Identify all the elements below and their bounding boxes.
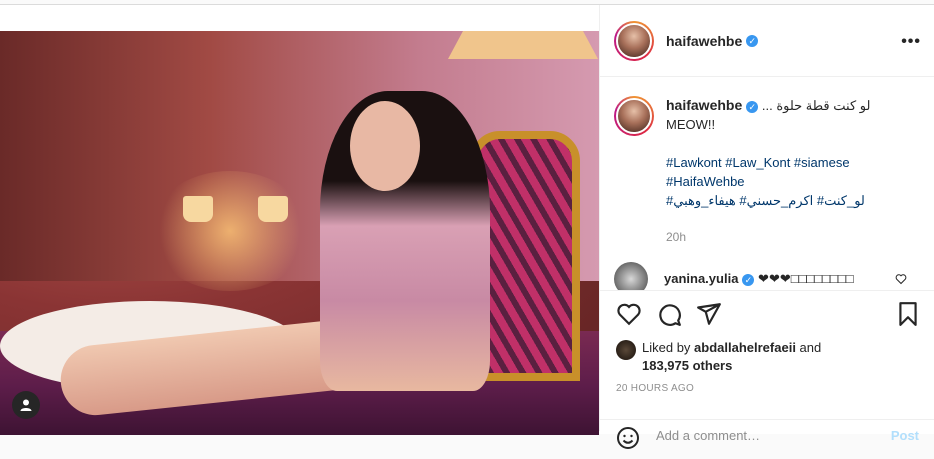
comment-text: yanina.yulia ✓ ❤❤❤□□□□□□□□ xyxy=(664,271,854,287)
comment-bubble-icon[interactable] xyxy=(656,301,682,327)
save-bookmark-icon[interactable] xyxy=(895,301,921,327)
action-icons xyxy=(616,301,921,331)
verified-badge-icon: ✓ xyxy=(746,100,759,113)
caption-time[interactable]: 20h xyxy=(666,228,896,247)
verified-badge-icon: ✓ xyxy=(742,273,755,286)
verified-badge-icon: ✓ xyxy=(746,34,759,47)
caption-hashtags-2[interactable]: #HaifaWehbe xyxy=(666,172,896,191)
add-comment-bar: Add a comment… Post xyxy=(600,419,934,459)
header-username[interactable]: haifawehbe xyxy=(666,33,742,49)
post-header: haifawehbe ✓ ••• xyxy=(600,5,934,77)
caption-hashtags-1[interactable]: #Lawkont #Law_Kont #siamese xyxy=(666,153,896,172)
liker-avatar[interactable] xyxy=(616,340,636,360)
comment-body: ❤❤❤□□□□□□□□ xyxy=(758,271,854,286)
more-options-icon[interactable]: ••• xyxy=(901,33,921,51)
comment-input[interactable]: Add a comment… xyxy=(656,428,760,443)
post-actions: Liked by abdallahelrefaeii and 183,975 o… xyxy=(600,290,934,449)
caption-text: MEOW!! xyxy=(666,117,716,132)
comment-username[interactable]: yanina.yulia xyxy=(664,271,738,286)
share-send-icon[interactable] xyxy=(696,301,722,327)
photo-lamp-glow xyxy=(150,171,310,291)
post-sidebar: haifawehbe ✓ ••• haifawehbe ✓ لو كنت قطة … xyxy=(599,5,934,449)
tagged-user-icon[interactable] xyxy=(12,391,40,419)
likes-count[interactable]: 183,975 others xyxy=(642,358,732,373)
caption: haifawehbe ✓ لو كنت قطة حلوة ... MEOW!! #… xyxy=(614,96,896,247)
photo-floor-lamp xyxy=(448,31,598,59)
likes-middle: and xyxy=(795,340,822,355)
liker-username[interactable]: abdallahelrefaeii xyxy=(694,340,796,355)
profile-avatar[interactable] xyxy=(614,20,654,61)
likes-prefix: Liked by xyxy=(642,340,695,355)
caption-arabic-text: لو كنت قطة حلوة ... xyxy=(761,98,871,113)
caption-body: haifawehbe ✓ لو كنت قطة حلوة ... MEOW!! #… xyxy=(666,96,896,247)
comment-like-icon[interactable] xyxy=(895,273,907,285)
post-comment-button[interactable]: Post xyxy=(891,428,919,443)
user-icon xyxy=(20,399,32,411)
caption-hashtags-arabic[interactable]: لو_كنت# اكرم_حسني# هيفاء_وهبي# xyxy=(666,191,896,210)
comment-item: yanina.yulia ✓ ❤❤❤□□□□□□□□ xyxy=(614,262,854,290)
photo-lampshade-left xyxy=(183,196,213,222)
post-photo[interactable] xyxy=(0,31,599,435)
photo-lampshade-right xyxy=(258,196,288,222)
caption-avatar[interactable] xyxy=(614,96,654,136)
like-heart-icon[interactable] xyxy=(616,301,642,327)
comments-section: haifawehbe ✓ لو كنت قطة حلوة ... MEOW!! #… xyxy=(600,78,934,290)
post-timestamp[interactable]: 20 HOURS AGO xyxy=(616,383,694,394)
photo-face xyxy=(350,101,420,191)
comment-avatar[interactable] xyxy=(614,262,648,290)
post-container: haifawehbe ✓ ••• haifawehbe ✓ لو كنت قطة … xyxy=(0,4,934,449)
likes-summary: Liked by abdallahelrefaeii and 183,975 o… xyxy=(616,339,821,375)
caption-username[interactable]: haifawehbe xyxy=(666,97,742,113)
